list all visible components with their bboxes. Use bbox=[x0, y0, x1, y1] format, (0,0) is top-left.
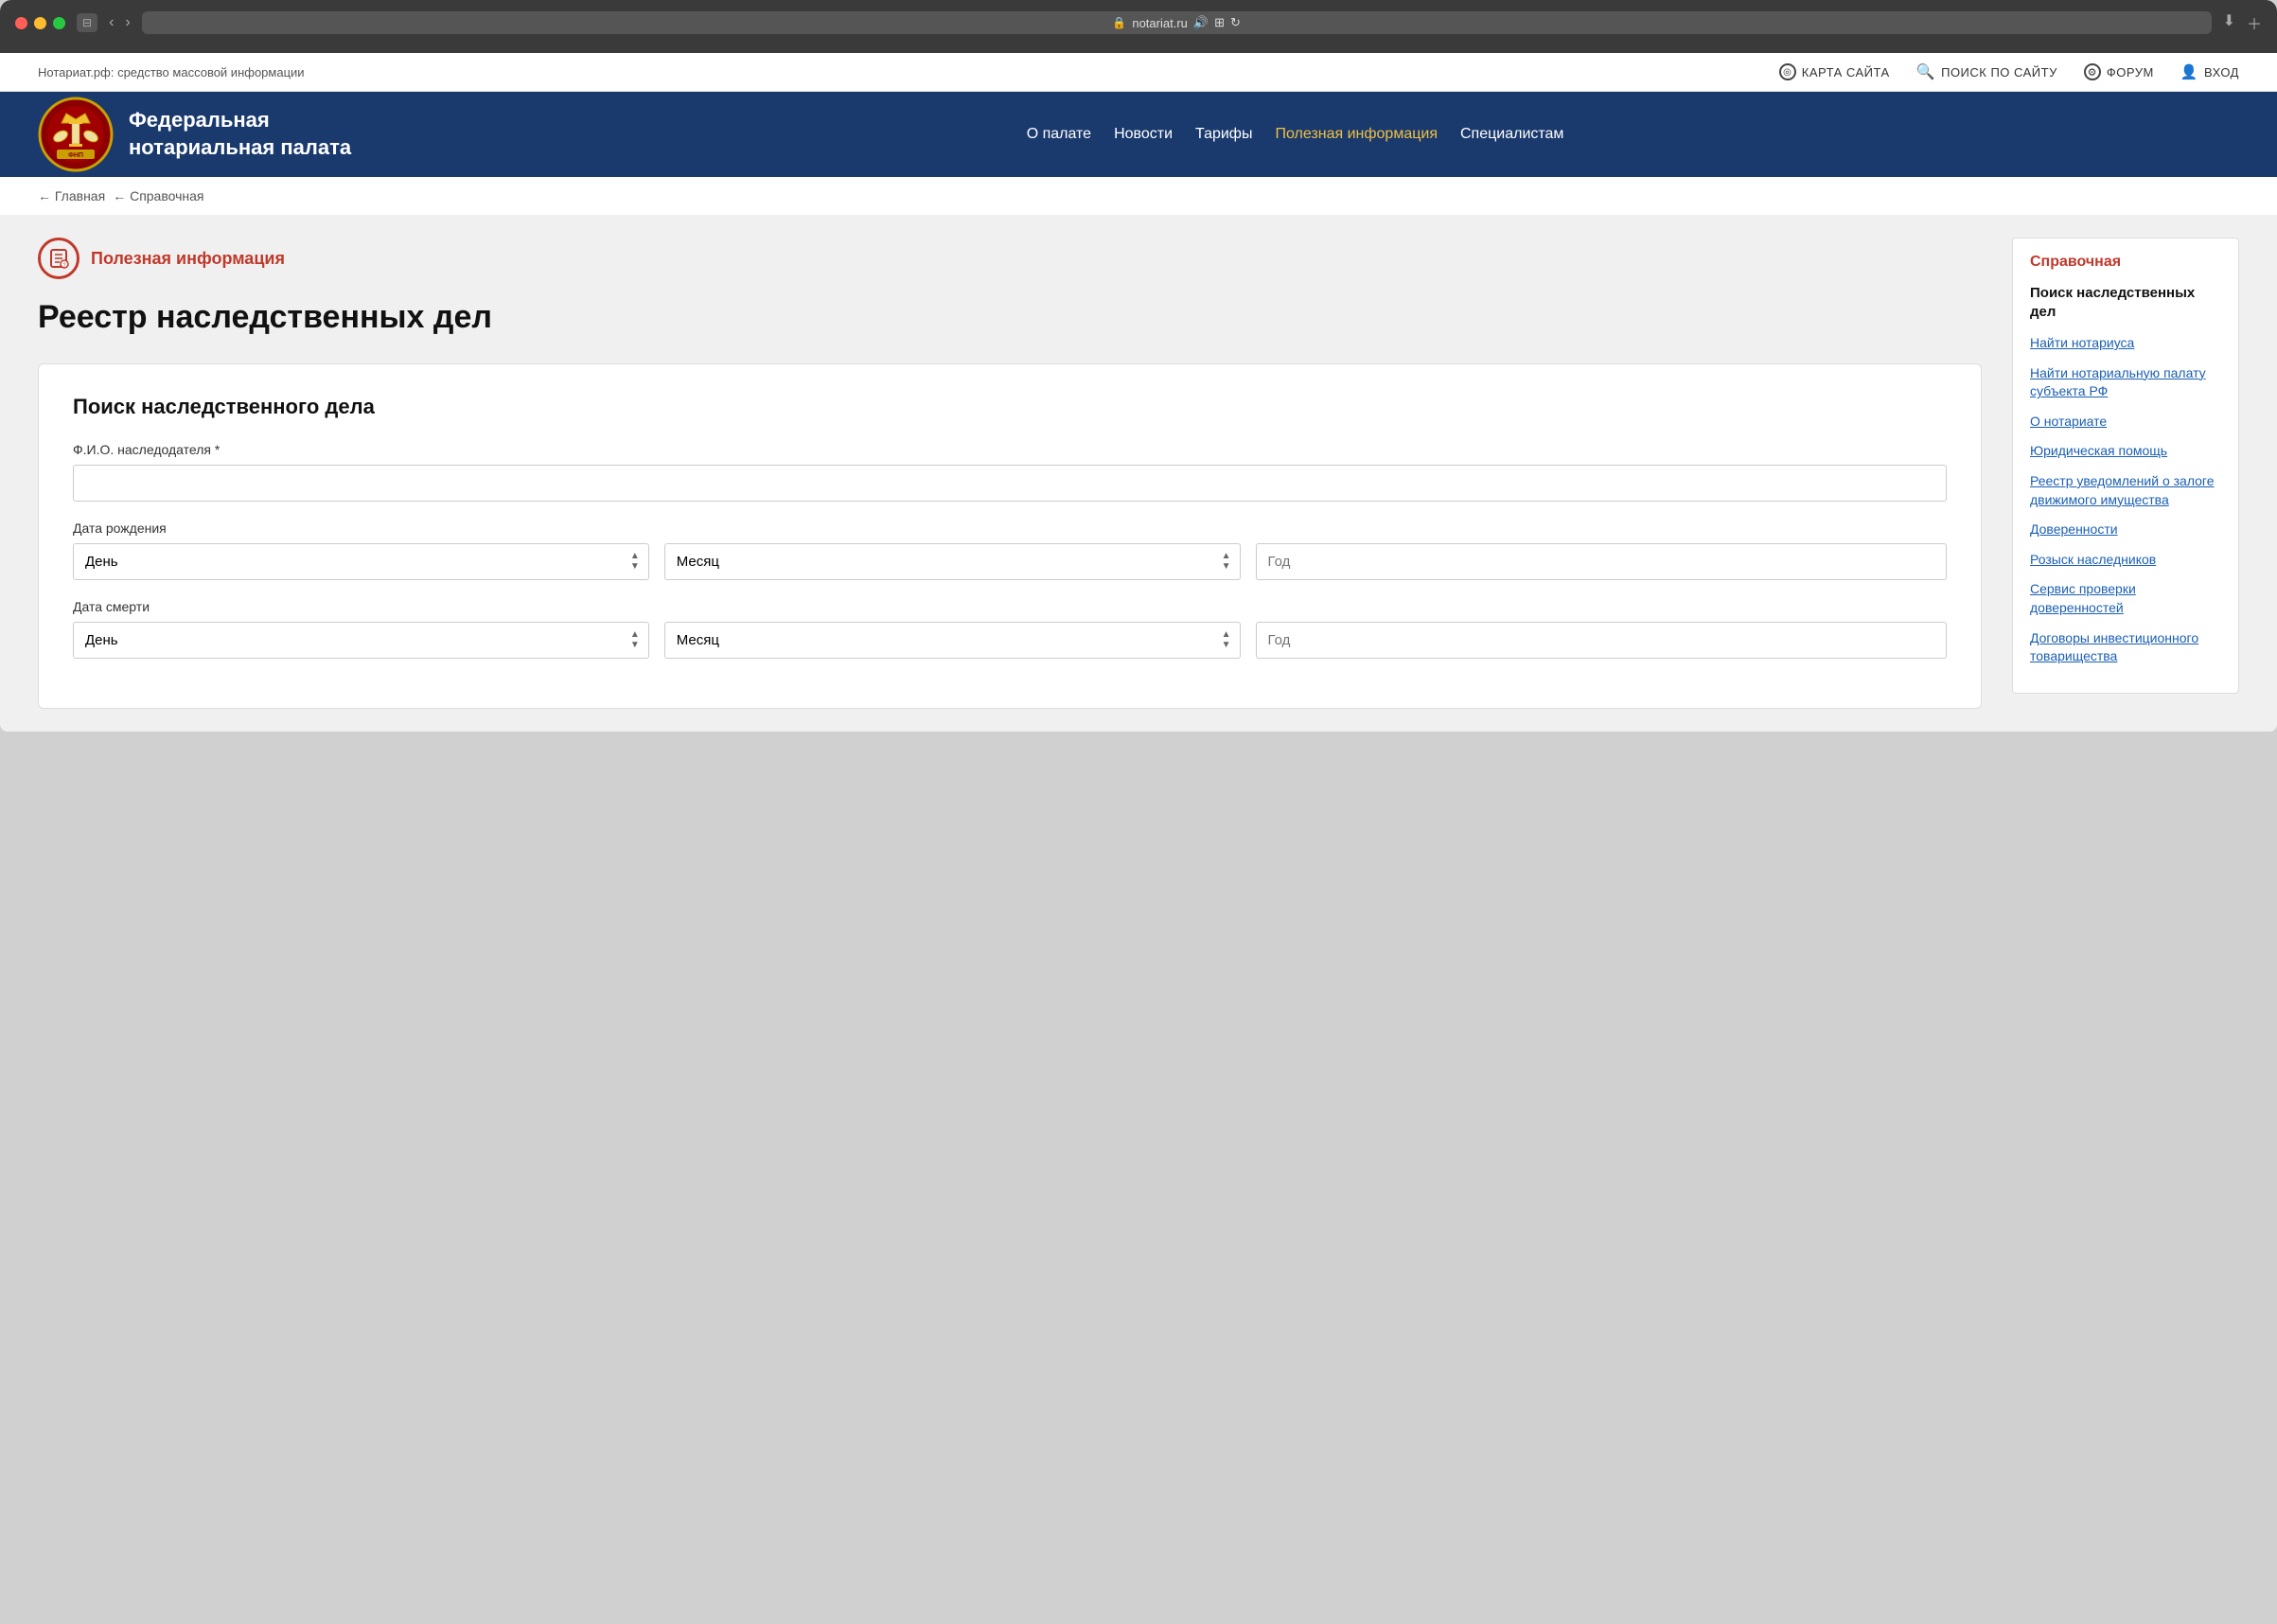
search-card: Поиск наследственного дела Ф.И.О. наслед… bbox=[38, 363, 1982, 709]
utility-nav: ◎ КАРТА САЙТА 🔍 ПОИСК ПО САЙТУ ⚙ ФОРУМ 👤… bbox=[1779, 62, 2239, 81]
forum-label: ФОРУМ bbox=[2107, 65, 2154, 79]
section-icon: ? bbox=[38, 238, 79, 279]
search-label: ПОИСК ПО САЙТУ bbox=[1941, 65, 2057, 79]
login-label: ВХОД bbox=[2204, 65, 2239, 79]
logo-area: ФНП Федеральная нотариальная палата bbox=[38, 97, 351, 172]
translate-icon: ⊞ bbox=[1214, 15, 1225, 30]
content-area: ? Полезная информация Реестр наследствен… bbox=[38, 238, 1982, 709]
sitemap-label: КАРТА САЙТА bbox=[1802, 65, 1890, 79]
birth-month-select[interactable]: Месяц bbox=[664, 543, 1241, 580]
address-bar[interactable]: 🔒 notariat.ru 🔊 ⊞ ↻ bbox=[142, 11, 2212, 34]
death-month-select[interactable]: Месяц bbox=[664, 622, 1241, 659]
sidebar-link-investment[interactable]: Договоры инвестиционного товарищества bbox=[2030, 629, 2221, 666]
search-card-title: Поиск наследственного дела bbox=[73, 395, 1947, 419]
close-button[interactable] bbox=[15, 17, 27, 29]
search-icon: 🔍 bbox=[1916, 62, 1935, 81]
breadcrumb-home[interactable]: ← Главная bbox=[38, 188, 105, 203]
birth-date-row: День ▲▼ Месяц ▲▼ bbox=[73, 543, 1947, 580]
user-icon: 👤 bbox=[2180, 63, 2198, 80]
section-label: Полезная информация bbox=[91, 249, 285, 269]
sitemap-link[interactable]: ◎ КАРТА САЙТА bbox=[1779, 63, 1890, 80]
new-tab-icon[interactable]: ＋ bbox=[2247, 11, 2262, 34]
lock-icon: 🔒 bbox=[1112, 16, 1126, 29]
main-layout: ? Полезная информация Реестр наследствен… bbox=[0, 215, 2277, 732]
nav-item-news[interactable]: Новости bbox=[1103, 118, 1184, 150]
sidebar-link-about-notariat[interactable]: О нотариате bbox=[2030, 413, 2221, 432]
sidebar-link-proxy-check[interactable]: Сервис проверки доверенностей bbox=[2030, 580, 2221, 617]
utility-bar: Нотариат.рф: средство массовой информаци… bbox=[0, 53, 2277, 92]
nav-item-tariffs[interactable]: Тарифы bbox=[1184, 118, 1263, 150]
refresh-icon[interactable]: ↻ bbox=[1230, 15, 1241, 30]
nav-item-about[interactable]: О палате bbox=[1015, 118, 1103, 150]
fio-group: Ф.И.О. наследодателя * bbox=[73, 442, 1947, 502]
sidebar-active-item: Поиск наследственных дел bbox=[2030, 284, 2221, 321]
sidebar-link-find-chamber[interactable]: Найти нотариальную палату субъекта РФ bbox=[2030, 364, 2221, 401]
forum-link[interactable]: ⚙ ФОРУМ bbox=[2084, 63, 2154, 80]
fullscreen-button[interactable] bbox=[53, 17, 65, 29]
site-info: Нотариат.рф: средство массовой информаци… bbox=[38, 65, 305, 79]
forward-button[interactable]: › bbox=[125, 14, 130, 31]
sitemap-icon: ◎ bbox=[1779, 63, 1796, 80]
main-nav: О палате Новости Тарифы Полезная информа… bbox=[351, 118, 2239, 150]
forum-icon: ⚙ bbox=[2084, 63, 2101, 80]
breadcrumb: ← Главная ← Справочная bbox=[0, 177, 2277, 215]
section-header: ? Полезная информация bbox=[38, 238, 1982, 279]
login-link[interactable]: 👤 ВХОД bbox=[2180, 63, 2239, 80]
birth-year-wrap bbox=[1256, 543, 1948, 580]
audio-icon: 🔊 bbox=[1193, 15, 1209, 30]
site-title: Федеральная нотариальная палата bbox=[129, 107, 351, 161]
traffic-lights bbox=[15, 17, 65, 29]
sidebar-link-find-notary[interactable]: Найти нотариуса bbox=[2030, 334, 2221, 353]
death-year-input[interactable] bbox=[1256, 622, 1948, 659]
death-date-row: День ▲▼ Месяц ▲▼ bbox=[73, 622, 1947, 659]
death-day-select[interactable]: День bbox=[73, 622, 649, 659]
sidebar-toggle-button[interactable]: ⊟ bbox=[77, 13, 97, 32]
back-button[interactable]: ‹ bbox=[109, 14, 114, 31]
minimize-button[interactable] bbox=[34, 17, 46, 29]
sidebar-link-pledge-registry[interactable]: Реестр уведомлений о залоге движимого им… bbox=[2030, 472, 2221, 509]
birth-day-wrap: День ▲▼ bbox=[73, 543, 649, 580]
fio-label: Ф.И.О. наследодателя * bbox=[73, 442, 1947, 457]
page-title: Реестр наследственных дел bbox=[38, 298, 1982, 337]
download-icon[interactable]: ⬇ bbox=[2223, 11, 2235, 34]
nav-item-specialists[interactable]: Специалистам bbox=[1449, 118, 1575, 150]
sidebar-link-heir-search[interactable]: Розыск наследников bbox=[2030, 551, 2221, 570]
fio-input[interactable] bbox=[73, 465, 1947, 502]
sidebar: Справочная Поиск наследственных дел Найт… bbox=[2012, 238, 2239, 709]
nav-item-useful[interactable]: Полезная информация bbox=[1263, 118, 1449, 150]
sidebar-link-proxy[interactable]: Доверенности bbox=[2030, 521, 2221, 539]
birth-day-select[interactable]: День bbox=[73, 543, 649, 580]
nav-header: ФНП Федеральная нотариальная палата О па… bbox=[0, 92, 2277, 177]
death-day-wrap: День ▲▼ bbox=[73, 622, 649, 659]
svg-text:ФНП: ФНП bbox=[68, 152, 83, 159]
birth-month-wrap: Месяц ▲▼ bbox=[664, 543, 1241, 580]
sidebar-title: Справочная bbox=[2030, 254, 2221, 271]
sidebar-link-legal-help[interactable]: Юридическая помощь bbox=[2030, 442, 2221, 461]
death-date-label: Дата смерти bbox=[73, 599, 1947, 614]
sidebar-section: Справочная Поиск наследственных дел Найт… bbox=[2012, 238, 2239, 694]
birth-year-input[interactable] bbox=[1256, 543, 1948, 580]
death-date-group: Дата смерти День ▲▼ Месяц ▲▼ bbox=[73, 599, 1947, 659]
search-link[interactable]: 🔍 ПОИСК ПО САЙТУ bbox=[1916, 62, 2057, 81]
death-year-wrap bbox=[1256, 622, 1948, 659]
url-text: notariat.ru bbox=[1132, 16, 1188, 30]
birth-date-group: Дата рождения День ▲▼ Месяц ▲▼ bbox=[73, 521, 1947, 580]
birth-date-label: Дата рождения bbox=[73, 521, 1947, 536]
logo-emblem: ФНП bbox=[38, 97, 114, 172]
death-month-wrap: Месяц ▲▼ bbox=[664, 622, 1241, 659]
breadcrumb-reference[interactable]: ← Справочная bbox=[113, 188, 203, 203]
